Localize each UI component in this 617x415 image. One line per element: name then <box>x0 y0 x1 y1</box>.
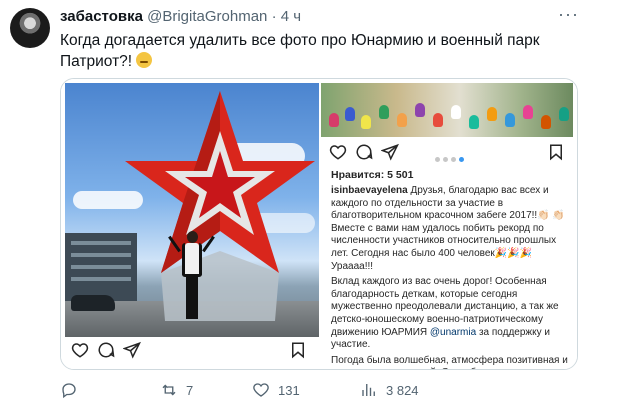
like-count: 131 <box>278 382 300 398</box>
media-image-right[interactable]: Нравится: 5 501 isinbaevayelena Друзья, … <box>321 79 577 369</box>
retweet-icon <box>162 384 176 396</box>
comment-icon[interactable] <box>97 341 115 359</box>
star-monument-photo <box>65 83 319 337</box>
heart-icon[interactable] <box>329 143 347 161</box>
heart-icon[interactable] <box>71 341 89 359</box>
post-caption: isinbaevayelena Друзья, благодарю вас вс… <box>331 185 569 369</box>
send-icon[interactable] <box>123 341 141 359</box>
instagram-actions-left <box>71 341 307 361</box>
views-count: 3 824 <box>386 382 419 398</box>
author-name[interactable]: забастовка <box>60 8 143 25</box>
media-image-left[interactable] <box>61 79 321 369</box>
views-icon <box>362 384 375 396</box>
car <box>71 295 115 311</box>
caption-text-3: Погода была волшебная, атмосфера позитив… <box>331 354 568 369</box>
caption-mention: @unarmia <box>429 326 477 338</box>
views-button[interactable]: 3 824 <box>360 380 419 400</box>
crowd-photo <box>321 83 573 137</box>
reply-icon <box>62 383 76 399</box>
tweet-actions: 7 131 3 824 <box>60 380 580 402</box>
tweet-text: Когда догадается удалить все фото про Юн… <box>60 30 580 72</box>
carousel-dots <box>435 149 467 167</box>
avatar[interactable] <box>10 8 50 48</box>
star-monument <box>125 91 315 321</box>
tweet-time[interactable]: 4 ч <box>281 8 301 25</box>
instagram-actions-right <box>329 143 565 163</box>
send-icon[interactable] <box>381 143 399 161</box>
more-icon[interactable]: ··· <box>558 4 579 25</box>
bookmark-icon[interactable] <box>289 341 307 359</box>
thinking-face-icon <box>136 52 153 68</box>
separator: · <box>271 8 277 25</box>
person-figure <box>168 231 215 323</box>
retweet-count: 7 <box>186 382 194 398</box>
bookmark-icon[interactable] <box>547 143 565 161</box>
media-grid[interactable]: Нравится: 5 501 isinbaevayelena Друзья, … <box>60 78 578 370</box>
author-handle[interactable]: @BrigitaGrohman <box>147 8 267 25</box>
comment-icon[interactable] <box>355 143 373 161</box>
reply-button[interactable] <box>60 380 86 400</box>
retweet-button[interactable]: 7 <box>160 380 193 400</box>
like-button[interactable]: 131 <box>252 380 300 400</box>
likes-count: Нравится: 5 501 <box>331 169 414 181</box>
tweet-header: забастовка @BrigitaGrohman · 4 ч <box>60 8 301 25</box>
like-icon <box>253 383 269 397</box>
caption-username: isinbaevayelena <box>331 185 408 196</box>
caption-text-1: Друзья, благодарю вас всех и каждого по … <box>331 185 565 272</box>
tweet-text-body: Когда догадается удалить все фото про Юн… <box>60 32 540 70</box>
